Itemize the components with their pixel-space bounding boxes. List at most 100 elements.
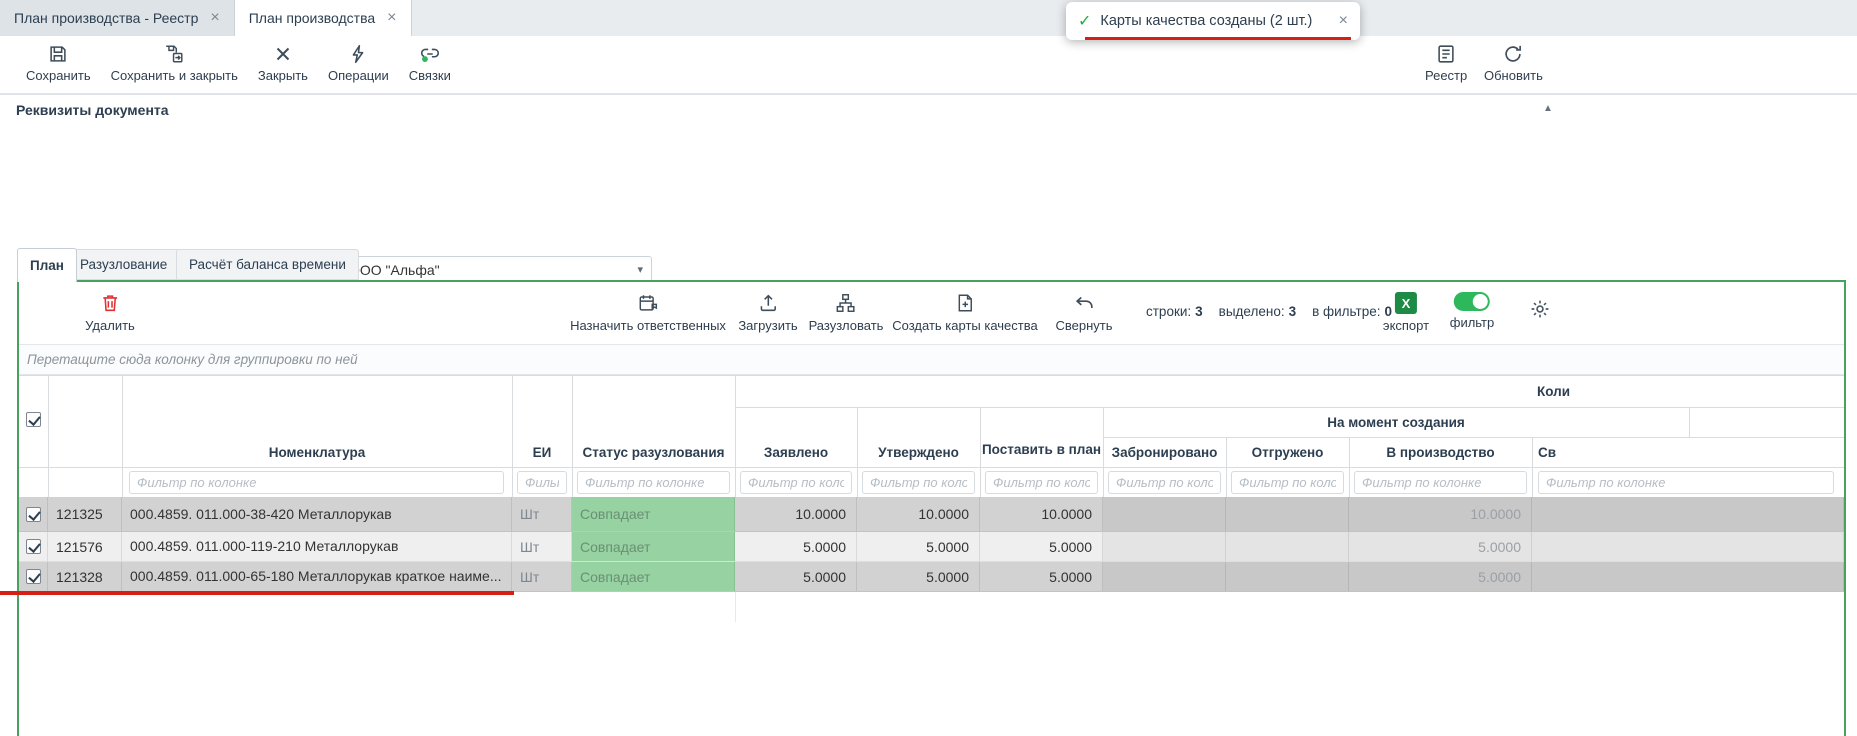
collapse-rows-button[interactable]: Свернуть (1055, 292, 1112, 333)
row-unit: Шт (512, 532, 572, 561)
filter-input-in-production[interactable] (1354, 471, 1527, 494)
filter-input-reserved[interactable] (1108, 471, 1221, 494)
assign-responsible-button[interactable]: Назначить ответственных (570, 292, 726, 333)
row-checkbox[interactable] (26, 507, 41, 522)
column-header-reserved[interactable]: Забронировано (1103, 437, 1226, 467)
filter-input-shipped[interactable] (1231, 471, 1344, 494)
tab-plan-label: План (30, 258, 64, 273)
column-header-nomenclature[interactable]: Номенклатура (122, 437, 512, 467)
close-button[interactable]: Закрыть (258, 43, 308, 83)
row-shipped (1226, 562, 1349, 591)
save-button[interactable]: Сохранить (26, 43, 91, 83)
filtered-count-label: в фильтре: (1312, 304, 1380, 319)
registry-button[interactable]: Реестр (1425, 43, 1467, 83)
app-window: План производства - Реестр × План произв… (0, 0, 1857, 736)
row-in-production: 5.0000 (1349, 562, 1532, 591)
toast-message: Карты качества созданы (2 шт.) (1100, 13, 1312, 29)
registry-label: Реестр (1425, 68, 1467, 83)
table-row[interactable]: 121325 000.4859. 011.000-38-420 Металлор… (19, 497, 1844, 532)
rows-count-value: 3 (1195, 304, 1203, 319)
row-status-badge: Совпадает (572, 532, 735, 561)
annotation-underline-row (0, 591, 514, 595)
load-button[interactable]: Загрузить (738, 292, 797, 333)
row-approved: 5.0000 (857, 532, 980, 561)
tab-plan-registry[interactable]: План производства - Реестр × (0, 0, 235, 36)
links-button[interactable]: Связки (409, 43, 451, 83)
create-quality-cards-button[interactable]: Создать карты качества (892, 292, 1037, 333)
tab-plan-document[interactable]: План производства × (235, 0, 412, 36)
section-title: Реквизиты документа (16, 102, 169, 118)
selected-count-value: 3 (1289, 304, 1297, 319)
tab-time-balance-label: Расчёт баланса времени (189, 257, 346, 272)
column-header-put-to-plan[interactable]: Поставить в план (980, 431, 1103, 467)
grid-line (48, 375, 49, 497)
grid-settings-button[interactable] (1529, 298, 1551, 320)
row-put-to-plan: 5.0000 (980, 562, 1103, 591)
refresh-label: Обновить (1484, 68, 1543, 83)
close-icon[interactable]: × (210, 10, 219, 26)
filter-input-nomenclature[interactable] (129, 471, 504, 494)
column-header-explosion-status[interactable]: Статус разузлования (572, 437, 735, 467)
rows-count-stat: строки:3 (1146, 304, 1203, 319)
row-unit: Шт (512, 497, 572, 531)
explode-label: Разузловать (809, 318, 884, 333)
gear-icon (1529, 298, 1551, 320)
document-details-band: Реквизиты документа ▲ (0, 94, 1857, 124)
chevron-down-icon: ▾ (637, 263, 643, 276)
links-label: Связки (409, 68, 451, 83)
collapse-section-icon[interactable]: ▲ (1543, 103, 1553, 114)
assign-responsible-label: Назначить ответственных (570, 318, 726, 333)
row-put-to-plan: 10.0000 (980, 497, 1103, 531)
refresh-button[interactable]: Обновить (1484, 43, 1543, 83)
tab-time-balance[interactable]: Расчёт баланса времени (176, 249, 359, 280)
tab-explosion[interactable]: Разузлование (67, 249, 180, 280)
column-header-approved[interactable]: Утверждено (857, 437, 980, 467)
filter-input-declared[interactable] (740, 471, 852, 494)
row-checkbox[interactable] (26, 539, 41, 554)
row-nomenclature: 000.4859. 011.000-65-180 Металлорукав кр… (122, 562, 512, 591)
export-excel-button[interactable]: X экспорт (1383, 292, 1429, 333)
save-and-close-button[interactable]: Сохранить и закрыть (111, 43, 238, 83)
filter-input-last[interactable] (1538, 471, 1834, 494)
filtered-count-stat: в фильтре:0 (1312, 304, 1392, 319)
row-put-to-plan: 5.0000 (980, 532, 1103, 561)
hierarchy-icon (835, 292, 857, 314)
explode-button[interactable]: Разузловать (809, 292, 884, 333)
column-header-in-production[interactable]: В производство (1349, 437, 1532, 467)
filter-input-approved[interactable] (862, 471, 975, 494)
tab-plan[interactable]: План (17, 248, 77, 282)
save-icon (47, 43, 69, 65)
column-header-shipped[interactable]: Отгружено (1226, 437, 1349, 467)
row-checkbox[interactable] (26, 569, 41, 584)
filter-toggle[interactable] (1454, 292, 1490, 311)
close-label: Закрыть (258, 68, 308, 83)
filter-input-explosion-status[interactable] (577, 471, 730, 494)
row-nomenclature: 000.4859. 011.000-119-210 Металлорукав (122, 532, 512, 561)
filter-input-put-to-plan[interactable] (985, 471, 1098, 494)
group-by-drop-zone[interactable]: Перетащите сюда колонку для группировки … (19, 344, 1844, 375)
grid-line (1532, 437, 1533, 497)
column-header-last[interactable]: Св (1538, 437, 1556, 467)
trash-icon (99, 292, 121, 314)
column-header-declared[interactable]: Заявлено (735, 437, 857, 467)
toast-close-icon[interactable]: × (1339, 13, 1348, 29)
row-checkbox-cell (19, 562, 48, 591)
table-row[interactable]: 121328 000.4859. 011.000-65-180 Металлор… (19, 562, 1844, 592)
operations-button[interactable]: Операции (328, 43, 389, 83)
filter-input-unit[interactable] (517, 471, 567, 494)
grid-line (512, 375, 513, 497)
row-reserved (1103, 532, 1226, 561)
delete-label: Удалить (85, 318, 135, 333)
organization-value: ООО "Альфа" (349, 262, 440, 278)
selected-count-label: выделено: (1219, 304, 1285, 319)
column-header-unit[interactable]: ЕИ (512, 437, 572, 467)
table-row[interactable]: 121576 000.4859. 011.000-119-210 Металло… (19, 532, 1844, 562)
delete-button[interactable]: Удалить (85, 292, 135, 333)
close-icon[interactable]: × (387, 10, 396, 26)
row-in-production: 5.0000 (1349, 532, 1532, 561)
select-all-checkbox[interactable] (26, 412, 41, 432)
row-declared: 10.0000 (735, 497, 857, 531)
export-label: экспорт (1383, 318, 1429, 333)
row-checkbox-cell (19, 497, 48, 531)
row-reserved (1103, 497, 1226, 531)
